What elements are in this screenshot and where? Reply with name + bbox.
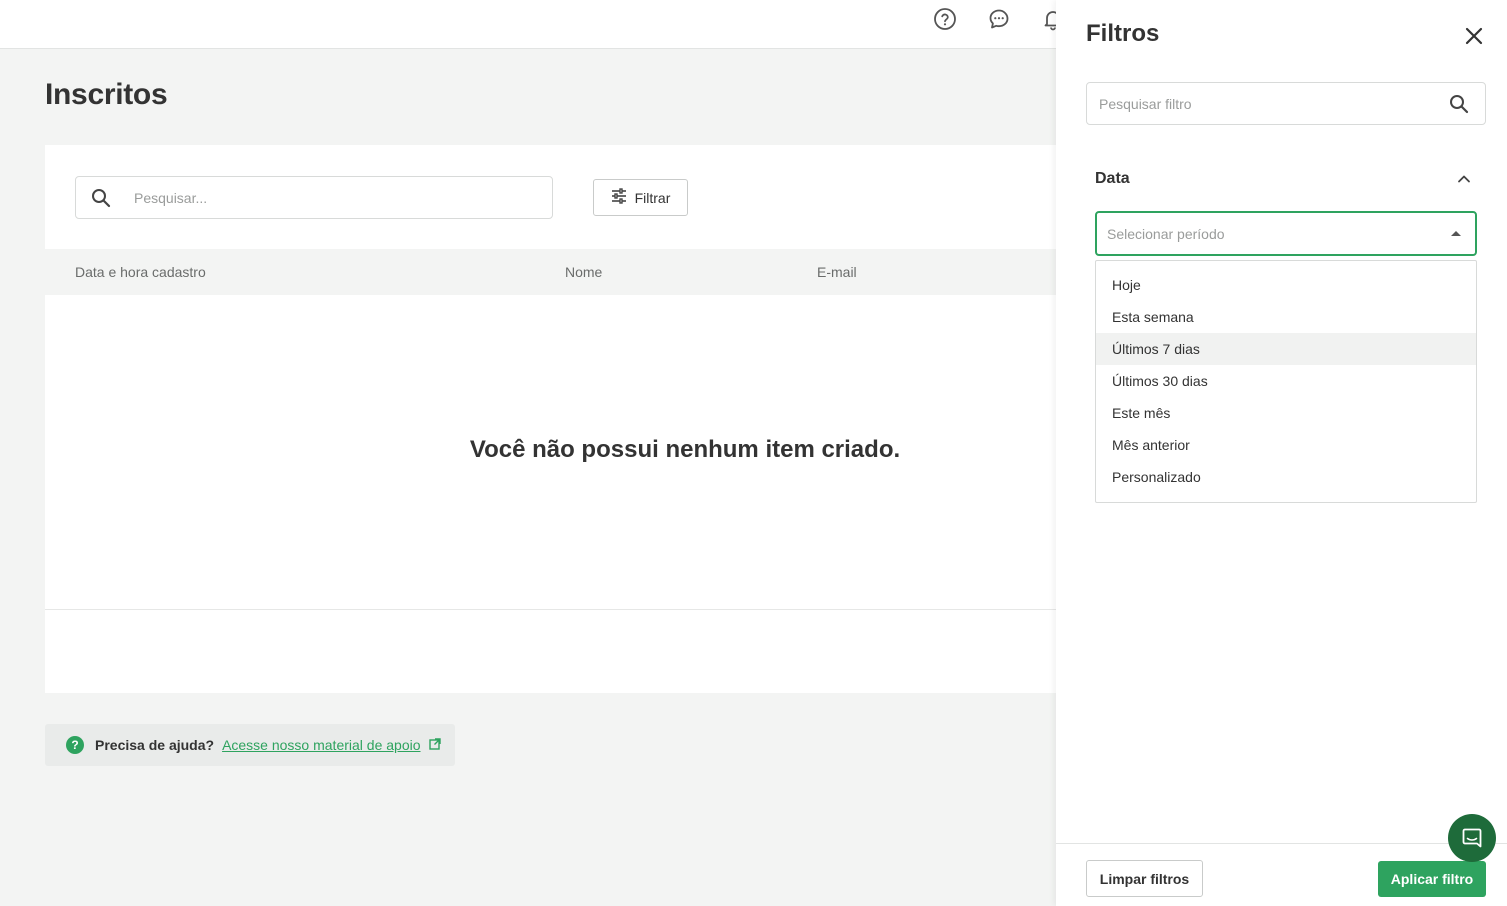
search-icon [91,188,111,208]
sliders-icon [611,188,627,207]
filter-button[interactable]: Filtrar [593,179,688,216]
column-header-date: Data e hora cadastro [75,264,206,280]
search-box [75,176,553,219]
column-header-name: Nome [565,264,603,280]
filters-drawer: Filtros Data Hoje Esta semana Últimos 7 … [1056,0,1507,906]
search-icon [1449,94,1469,114]
close-icon[interactable] [1462,24,1486,48]
option-this-month[interactable]: Este mês [1096,397,1476,429]
filter-search-box [1086,82,1486,125]
page-title: Inscritos [45,78,168,111]
chevron-up-icon[interactable] [1455,170,1473,188]
question-icon: ? [66,736,84,754]
drawer-title: Filtros [1086,20,1160,47]
filter-search-input[interactable] [1099,83,1439,124]
option-today[interactable]: Hoje [1096,269,1476,301]
drawer-footer: Limpar filtros Aplicar filtro [1056,843,1507,906]
apply-filter-button[interactable]: Aplicar filtro [1378,861,1486,897]
section-label-date: Data [1095,170,1130,187]
help-icon[interactable] [932,6,958,32]
option-last-7-days[interactable]: Últimos 7 dias [1096,333,1476,365]
period-dropdown: Hoje Esta semana Últimos 7 dias Últimos … [1095,260,1477,503]
option-this-week[interactable]: Esta semana [1096,301,1476,333]
support-material-link[interactable]: Acesse nosso material de apoio [222,737,420,753]
option-custom[interactable]: Personalizado [1096,461,1476,493]
search-input[interactable] [134,177,534,218]
table-header: Data e hora cadastro Nome E-mail [45,249,1145,295]
column-header-email: E-mail [817,264,857,280]
chat-icon[interactable] [986,6,1012,32]
subscribers-card: Filtrar Data e hora cadastro Nome E-mail… [45,145,1145,693]
option-last-30-days[interactable]: Últimos 30 dias [1096,365,1476,397]
help-banner: ? Precisa de ajuda? Acesse nosso materia… [45,724,455,766]
period-select[interactable] [1095,211,1477,256]
help-title: Precisa de ajuda? [95,737,215,753]
divider [45,609,1145,610]
option-previous-month[interactable]: Mês anterior [1096,429,1476,461]
caret-up-icon[interactable] [1451,231,1461,236]
external-link-icon[interactable] [428,737,441,753]
filter-button-label: Filtrar [634,189,671,206]
period-select-input[interactable] [1107,213,1427,254]
clear-filters-button[interactable]: Limpar filtros [1086,860,1203,897]
chat-launcher-icon[interactable] [1448,814,1496,862]
